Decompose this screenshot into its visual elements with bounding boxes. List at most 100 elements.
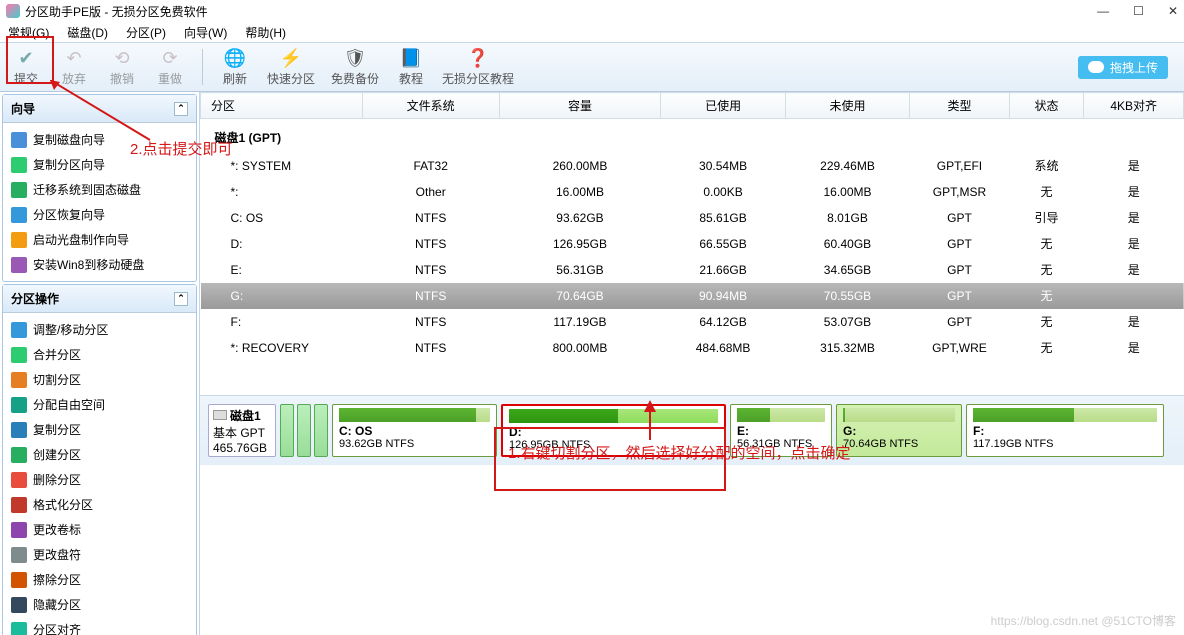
table-row[interactable]: G:NTFS70.64GB90.94MB70.55GBGPT无 bbox=[201, 283, 1184, 309]
column-header[interactable]: 未使用 bbox=[785, 93, 909, 119]
ops-item[interactable]: 复制分区 bbox=[3, 417, 196, 442]
disk-info[interactable]: 磁盘1 基本 GPT 465.76GB bbox=[208, 404, 276, 457]
disk-icon bbox=[213, 410, 227, 420]
table-row[interactable]: *: RECOVERYNTFS800.00MB484.68MB315.32MBG… bbox=[201, 335, 1184, 361]
column-header[interactable]: 分区 bbox=[201, 93, 363, 119]
cloud-icon bbox=[1088, 61, 1104, 73]
quick-partition-button[interactable]: ⚡快速分区 bbox=[263, 44, 319, 90]
menu-disk[interactable]: 磁盘(D) bbox=[67, 24, 108, 41]
ops-item[interactable]: 擦除分区 bbox=[3, 567, 196, 592]
backup-button[interactable]: 🛡免费备份 bbox=[327, 44, 383, 90]
redo-button[interactable]: ⟳重做 bbox=[150, 44, 190, 90]
chevron-up-icon[interactable]: ⌃ bbox=[174, 292, 188, 306]
upload-button[interactable]: 拖拽上传 bbox=[1078, 56, 1168, 79]
bolt-icon: ⚡ bbox=[280, 48, 302, 70]
ops-item-icon bbox=[11, 522, 27, 538]
shield-icon: 🛡 bbox=[344, 48, 366, 70]
undo-button[interactable]: ⟲撤销 bbox=[102, 44, 142, 90]
table-row[interactable]: F:NTFS117.19GB64.12GB53.07GBGPT无是 bbox=[201, 309, 1184, 335]
ops-item[interactable]: 更改卷标 bbox=[3, 517, 196, 542]
ops-item[interactable]: 更改盘符 bbox=[3, 542, 196, 567]
column-header[interactable]: 文件系统 bbox=[362, 93, 499, 119]
wizard-item[interactable]: 分区恢复向导 bbox=[3, 202, 196, 227]
refresh-button[interactable]: 🌐刷新 bbox=[215, 44, 255, 90]
ops-item-label: 更改卷标 bbox=[33, 521, 81, 538]
discard-icon: ↶ bbox=[63, 48, 85, 70]
undo-icon: ⟲ bbox=[111, 48, 133, 70]
column-header[interactable]: 状态 bbox=[1009, 93, 1084, 119]
watermark: https://blog.csdn.net @51CTO博客 bbox=[991, 612, 1176, 629]
column-header[interactable]: 容量 bbox=[499, 93, 661, 119]
window-controls: — ☐ ✕ bbox=[1097, 4, 1178, 18]
ops-item[interactable]: 删除分区 bbox=[3, 467, 196, 492]
ops-item-label: 格式化分区 bbox=[33, 496, 93, 513]
menu-help[interactable]: 帮助(H) bbox=[245, 24, 286, 41]
small-partition[interactable] bbox=[314, 404, 328, 457]
ops-item[interactable]: 合并分区 bbox=[3, 342, 196, 367]
ops-item-icon bbox=[11, 372, 27, 388]
wizard-item[interactable]: 安装Win8到移动硬盘 bbox=[3, 252, 196, 277]
wizard-panel-header[interactable]: 向导⌃ bbox=[3, 95, 196, 123]
minimize-button[interactable]: — bbox=[1097, 4, 1109, 18]
lossless-tutorial-button[interactable]: ❓无损分区教程 bbox=[439, 44, 517, 90]
disk-header: 磁盘1 (GPT) bbox=[201, 119, 1184, 153]
ops-item-label: 分配自由空间 bbox=[33, 396, 105, 413]
ops-item-label: 分区对齐 bbox=[33, 621, 81, 635]
ops-item-label: 切割分区 bbox=[33, 371, 81, 388]
partition-segment[interactable]: G:70.64GB NTFS bbox=[836, 404, 962, 457]
partition-segment[interactable]: F:117.19GB NTFS bbox=[966, 404, 1164, 457]
maximize-button[interactable]: ☐ bbox=[1133, 4, 1144, 18]
wizard-item[interactable]: 启动光盘制作向导 bbox=[3, 227, 196, 252]
ops-item[interactable]: 切割分区 bbox=[3, 367, 196, 392]
ops-item-icon bbox=[11, 622, 27, 635]
ops-item[interactable]: 分区对齐 bbox=[3, 617, 196, 635]
ops-item[interactable]: 格式化分区 bbox=[3, 492, 196, 517]
wizard-item[interactable]: 复制分区向导 bbox=[3, 152, 196, 177]
ops-item[interactable]: 隐藏分区 bbox=[3, 592, 196, 617]
table-row[interactable]: *:Other16.00MB0.00KB16.00MBGPT,MSR无是 bbox=[201, 179, 1184, 205]
wizard-item-label: 安装Win8到移动硬盘 bbox=[33, 256, 144, 273]
table-row[interactable]: D:NTFS126.95GB66.55GB60.40GBGPT无是 bbox=[201, 231, 1184, 257]
ops-item[interactable]: 调整/移动分区 bbox=[3, 317, 196, 342]
ops-item-icon bbox=[11, 447, 27, 463]
help-icon: ❓ bbox=[467, 48, 489, 70]
wizard-item[interactable]: 迁移系统到固态磁盘 bbox=[3, 177, 196, 202]
partition-segment[interactable]: E:56.31GB NTFS bbox=[730, 404, 832, 457]
ops-item[interactable]: 分配自由空间 bbox=[3, 392, 196, 417]
menu-partition[interactable]: 分区(P) bbox=[126, 24, 166, 41]
wizard-item[interactable]: 复制磁盘向导 bbox=[3, 127, 196, 152]
table-row[interactable]: *: SYSTEMFAT32260.00MB30.54MB229.46MBGPT… bbox=[201, 153, 1184, 179]
table-row[interactable]: E:NTFS56.31GB21.66GB34.65GBGPT无是 bbox=[201, 257, 1184, 283]
menu-general[interactable]: 常规(G) bbox=[8, 24, 49, 41]
redo-icon: ⟳ bbox=[159, 48, 181, 70]
ops-item-label: 删除分区 bbox=[33, 471, 81, 488]
ops-item-icon bbox=[11, 547, 27, 563]
menu-wizard[interactable]: 向导(W) bbox=[184, 24, 227, 41]
close-button[interactable]: ✕ bbox=[1168, 4, 1178, 18]
ops-item-label: 更改盘符 bbox=[33, 546, 81, 563]
wizard-item-icon bbox=[11, 182, 27, 198]
column-header[interactable]: 已使用 bbox=[661, 93, 785, 119]
tutorial-button[interactable]: 📘教程 bbox=[391, 44, 431, 90]
partition-segment[interactable]: C: OS93.62GB NTFS bbox=[332, 404, 497, 457]
partition-segment[interactable]: D:126.95GB NTFS bbox=[501, 404, 726, 457]
small-partition[interactable] bbox=[297, 404, 311, 457]
toolbar: ✔提交 ↶放弃 ⟲撤销 ⟳重做 🌐刷新 ⚡快速分区 🛡免费备份 📘教程 ❓无损分… bbox=[0, 42, 1184, 92]
ops-item[interactable]: 创建分区 bbox=[3, 442, 196, 467]
discard-button[interactable]: ↶放弃 bbox=[54, 44, 94, 90]
commit-button[interactable]: ✔提交 bbox=[6, 44, 46, 90]
check-icon: ✔ bbox=[15, 48, 37, 70]
ops-item-icon bbox=[11, 597, 27, 613]
ops-panel-header[interactable]: 分区操作⌃ bbox=[3, 285, 196, 313]
ops-item-icon bbox=[11, 347, 27, 363]
book-icon: 📘 bbox=[400, 48, 422, 70]
chevron-up-icon[interactable]: ⌃ bbox=[174, 102, 188, 116]
column-header[interactable]: 4KB对齐 bbox=[1084, 93, 1184, 119]
ops-item-icon bbox=[11, 422, 27, 438]
column-header[interactable]: 类型 bbox=[910, 93, 1010, 119]
table-row[interactable]: C: OSNTFS93.62GB85.61GB8.01GBGPT引导是 bbox=[201, 205, 1184, 231]
content-area: 分区文件系统容量已使用未使用类型状态4KB对齐 磁盘1 (GPT) *: SYS… bbox=[200, 92, 1184, 635]
ops-item-label: 擦除分区 bbox=[33, 571, 81, 588]
wizard-item-icon bbox=[11, 132, 27, 148]
small-partition[interactable] bbox=[280, 404, 294, 457]
